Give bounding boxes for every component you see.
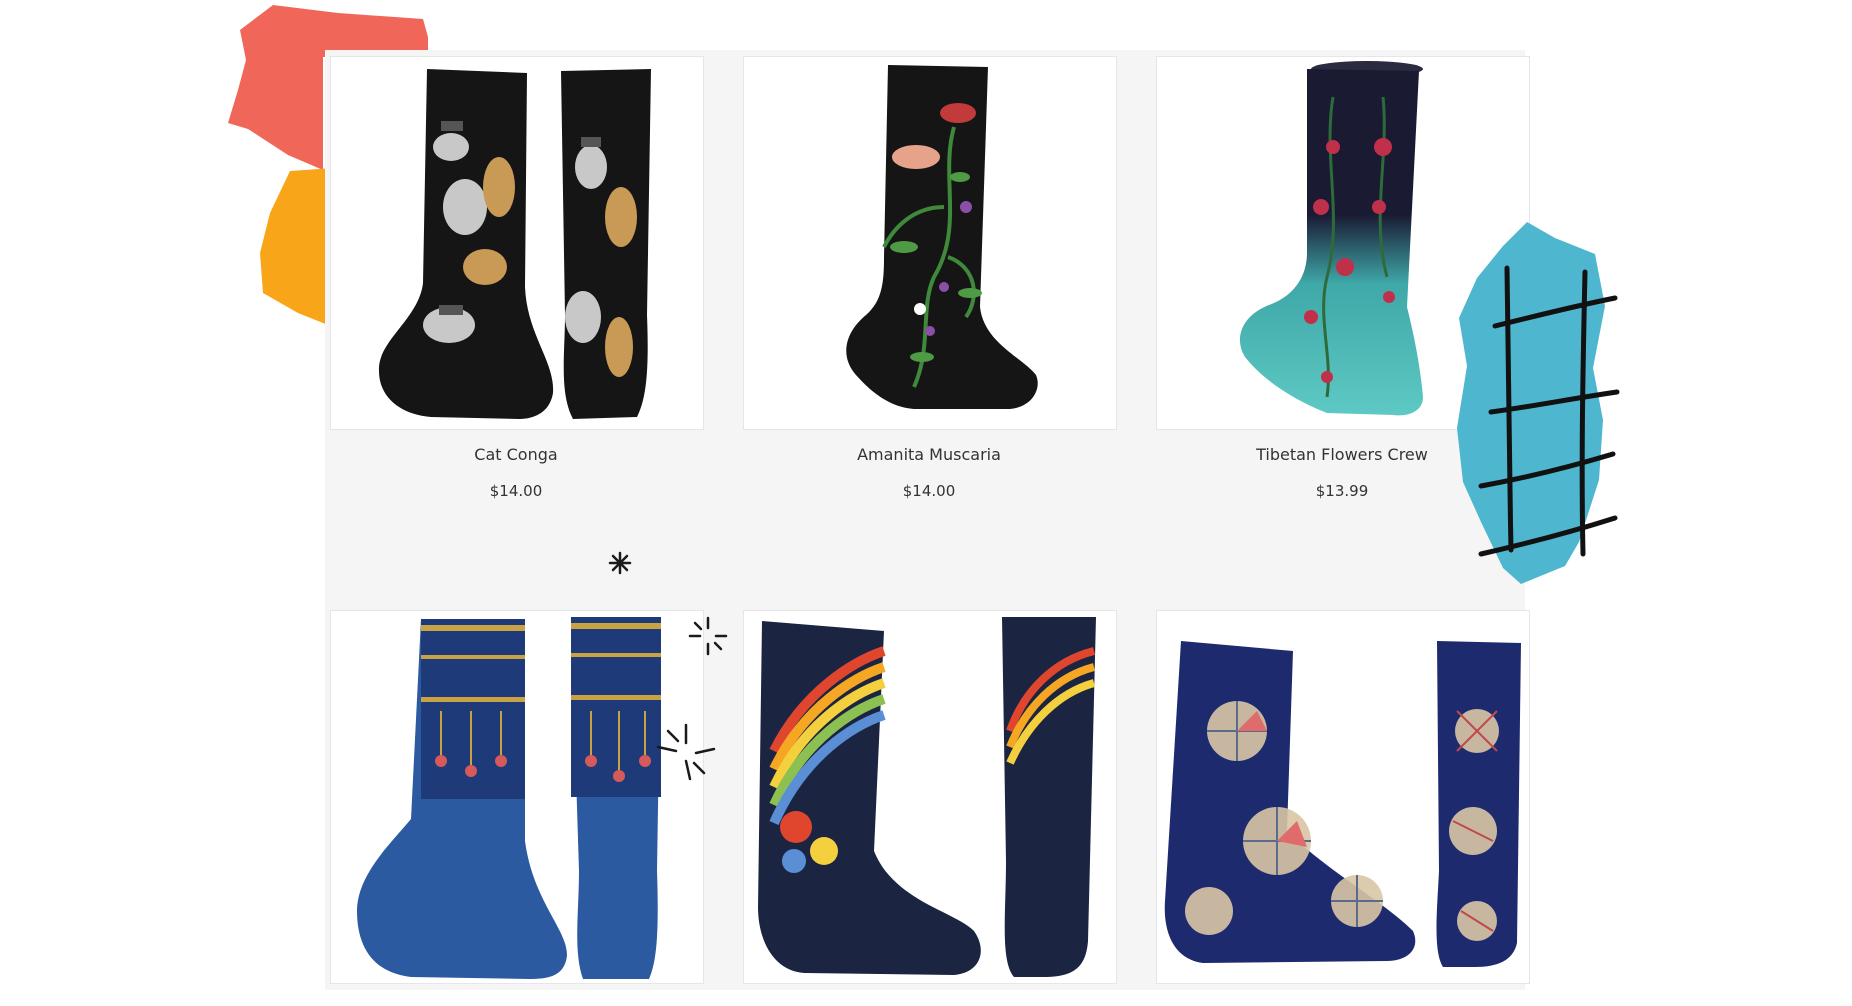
product-image-amanita-muscaria[interactable] <box>743 56 1117 430</box>
teal-paper-grid-shape <box>1457 222 1620 584</box>
product-price: $14.00 <box>902 482 956 500</box>
product-image-stained-glass-socks[interactable] <box>1156 610 1530 984</box>
product-image-rainbow-arc-socks[interactable] <box>743 610 1117 984</box>
product-price: $14.00 <box>489 482 543 500</box>
sparkle-doodle <box>688 616 728 656</box>
product-image-cat-conga[interactable] <box>330 56 704 430</box>
product-image-blue-folk-pattern-socks[interactable] <box>330 610 704 984</box>
product-name[interactable]: Amanita Muscaria <box>743 445 1115 464</box>
product-name[interactable]: Cat Conga <box>330 445 702 464</box>
sparkle-doodle <box>608 551 632 575</box>
sparkle-doodle <box>656 723 716 781</box>
